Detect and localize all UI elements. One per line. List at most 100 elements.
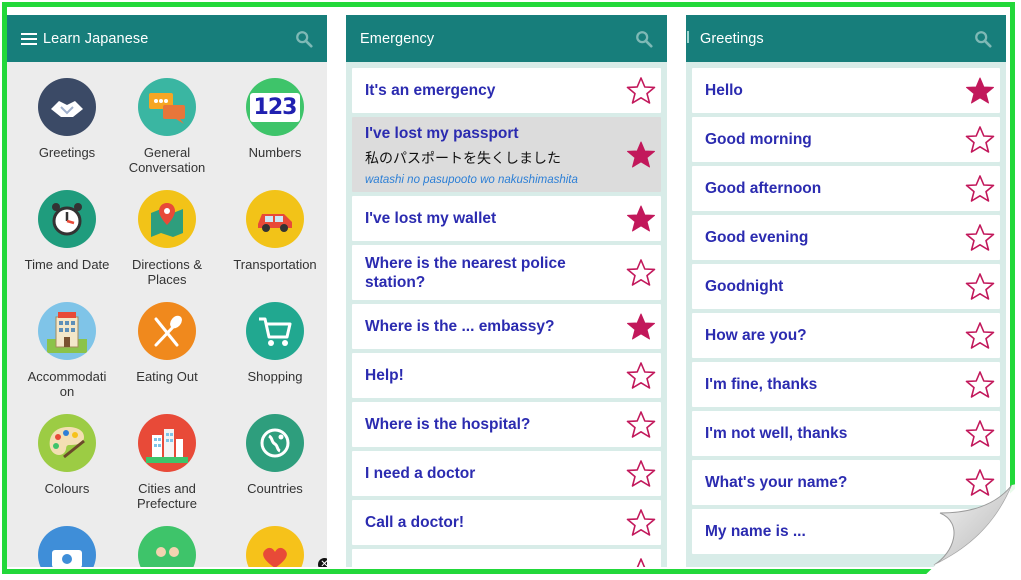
back-icon[interactable]	[687, 31, 691, 43]
category-label: Shopping	[247, 369, 303, 384]
app-title: Learn Japanese	[43, 30, 149, 47]
phrase-item[interactable]: I've lost my passport 私のパスポートを失くしました watas…	[352, 117, 661, 192]
phrase-text: What's your name?	[705, 474, 848, 491]
phrase-text: Where is the ... embassy?	[365, 318, 555, 335]
phrase-item[interactable]: I'm not well, thanks	[692, 411, 1000, 456]
category-label: Cities and Prefecture	[137, 481, 197, 511]
page-curl-decoration	[920, 483, 1021, 580]
phrase-text: How are you?	[705, 327, 807, 344]
phrase-item[interactable]: It's an emergency	[352, 68, 661, 113]
category-tile[interactable]: 123 Numbers	[221, 78, 327, 160]
phrase-item[interactable]: Good morning	[692, 117, 1000, 162]
alarm-clock-icon	[38, 190, 96, 248]
star-outline-icon[interactable]	[965, 272, 995, 302]
phrase-text: I've lost my passport	[365, 124, 519, 142]
phrase-list: It's an emergency I've lost my passport 私の…	[346, 62, 667, 567]
star-filled-icon[interactable]	[626, 140, 656, 170]
phrase-text: Help!	[365, 367, 404, 384]
phrase-text: Hello	[705, 82, 743, 99]
people-icon	[138, 526, 196, 567]
category-tile[interactable]: Shopping	[221, 302, 327, 384]
category-tile[interactable]: Cities and Prefecture	[113, 414, 221, 511]
star-outline-icon[interactable]	[965, 223, 995, 253]
category-tile[interactable]: Greetings	[13, 78, 121, 160]
chat-bubbles-icon	[138, 78, 196, 136]
category-tile[interactable]: Countries	[221, 414, 327, 496]
star-outline-icon[interactable]	[626, 258, 656, 288]
categories-screen: Learn Japanese Greetings General Conversat…	[7, 15, 327, 567]
star-outline-icon[interactable]	[965, 174, 995, 204]
app-bar: Emergency	[346, 15, 667, 62]
phrase-item[interactable]: Good afternoon	[692, 166, 1000, 211]
category-label: Greetings	[38, 145, 96, 160]
star-outline-icon[interactable]	[626, 557, 656, 567]
star-outline-icon[interactable]	[965, 370, 995, 400]
phrase-text: It's an emergency	[365, 82, 496, 99]
phrase-item[interactable]: Call a doctor!	[352, 500, 661, 545]
phrase-text: I'm not well, thanks	[705, 425, 848, 442]
category-label: Transportation	[233, 257, 317, 272]
category-tile[interactable]: Colours	[13, 414, 121, 496]
numbers-icon: 123	[246, 78, 304, 136]
japanese-text: 私のパスポートを失くしました	[365, 149, 561, 166]
star-outline-icon[interactable]	[626, 410, 656, 440]
star-outline-icon[interactable]	[626, 508, 656, 538]
phrase-text: Good morning	[705, 131, 812, 148]
category-tile[interactable]: Time and Date	[13, 190, 121, 272]
city-icon	[138, 414, 196, 472]
category-label: Time and Date	[24, 257, 110, 272]
phrase-item[interactable]: Good evening	[692, 215, 1000, 260]
category-tile[interactable]: Accommodati on	[13, 302, 121, 399]
category-label: Eating Out	[136, 369, 198, 384]
star-filled-icon[interactable]	[965, 76, 995, 106]
globe-icon	[246, 414, 304, 472]
app-bar: Greetings	[686, 15, 1006, 62]
palette-icon	[38, 414, 96, 472]
phrase-item[interactable]: How are you?	[692, 313, 1000, 358]
star-outline-icon[interactable]	[965, 321, 995, 351]
phrase-item[interactable]: Where is the nearest police station?	[352, 245, 661, 300]
phrase-item[interactable]: I've lost my wallet	[352, 196, 661, 241]
phrase-item[interactable]: I'm fine, thanks	[692, 362, 1000, 407]
phrase-item[interactable]: I need a doctor	[352, 451, 661, 496]
phrase-item[interactable]: Where is the hospital?	[352, 402, 661, 447]
star-outline-icon[interactable]	[626, 459, 656, 489]
search-icon[interactable]	[295, 30, 313, 48]
category-tile[interactable]: General Conversation	[113, 78, 221, 175]
category-tile[interactable]	[13, 526, 121, 567]
phrase-text: I need a doctor	[365, 465, 476, 482]
category-label: General Conversation	[128, 145, 206, 175]
phrase-text: Call a doctor!	[365, 514, 465, 531]
phrase-item[interactable]: Help!	[352, 353, 661, 398]
app-bar: Learn Japanese	[7, 15, 327, 62]
fork-spoon-icon	[138, 302, 196, 360]
star-outline-icon[interactable]	[965, 125, 995, 155]
star-filled-icon[interactable]	[626, 312, 656, 342]
category-label: Accommodati on	[27, 369, 107, 399]
phrase-text: I've lost my wallet	[365, 210, 497, 227]
category-tile[interactable]: Directions & Places	[113, 190, 221, 287]
hamburger-menu-icon[interactable]	[21, 32, 37, 45]
phrase-item[interactable]	[352, 549, 661, 567]
category-tile[interactable]: Eating Out	[113, 302, 221, 384]
screenshot-frame: Learn Japanese Greetings General Conversat…	[2, 2, 1015, 574]
category-label: Countries	[247, 481, 303, 496]
heart-icon	[246, 526, 304, 567]
phrase-text: Where is the hospital?	[365, 416, 531, 433]
close-ad-icon[interactable]: ✕	[318, 558, 327, 567]
phrase-text: Where is the nearest police station?	[365, 254, 566, 291]
phrase-item[interactable]: Goodnight	[692, 264, 1000, 309]
phrase-item[interactable]: Hello	[692, 68, 1000, 113]
search-icon[interactable]	[974, 30, 992, 48]
category-tile[interactable]: Transportation	[221, 190, 327, 272]
camera-icon	[38, 526, 96, 567]
phrase-item[interactable]: Where is the ... embassy?	[352, 304, 661, 349]
star-outline-icon[interactable]	[626, 76, 656, 106]
numbers-glyph: 123	[249, 92, 301, 122]
star-outline-icon[interactable]	[965, 419, 995, 449]
category-tile[interactable]	[221, 526, 327, 567]
star-filled-icon[interactable]	[626, 204, 656, 234]
search-icon[interactable]	[635, 30, 653, 48]
category-tile[interactable]	[113, 526, 221, 567]
star-outline-icon[interactable]	[626, 361, 656, 391]
